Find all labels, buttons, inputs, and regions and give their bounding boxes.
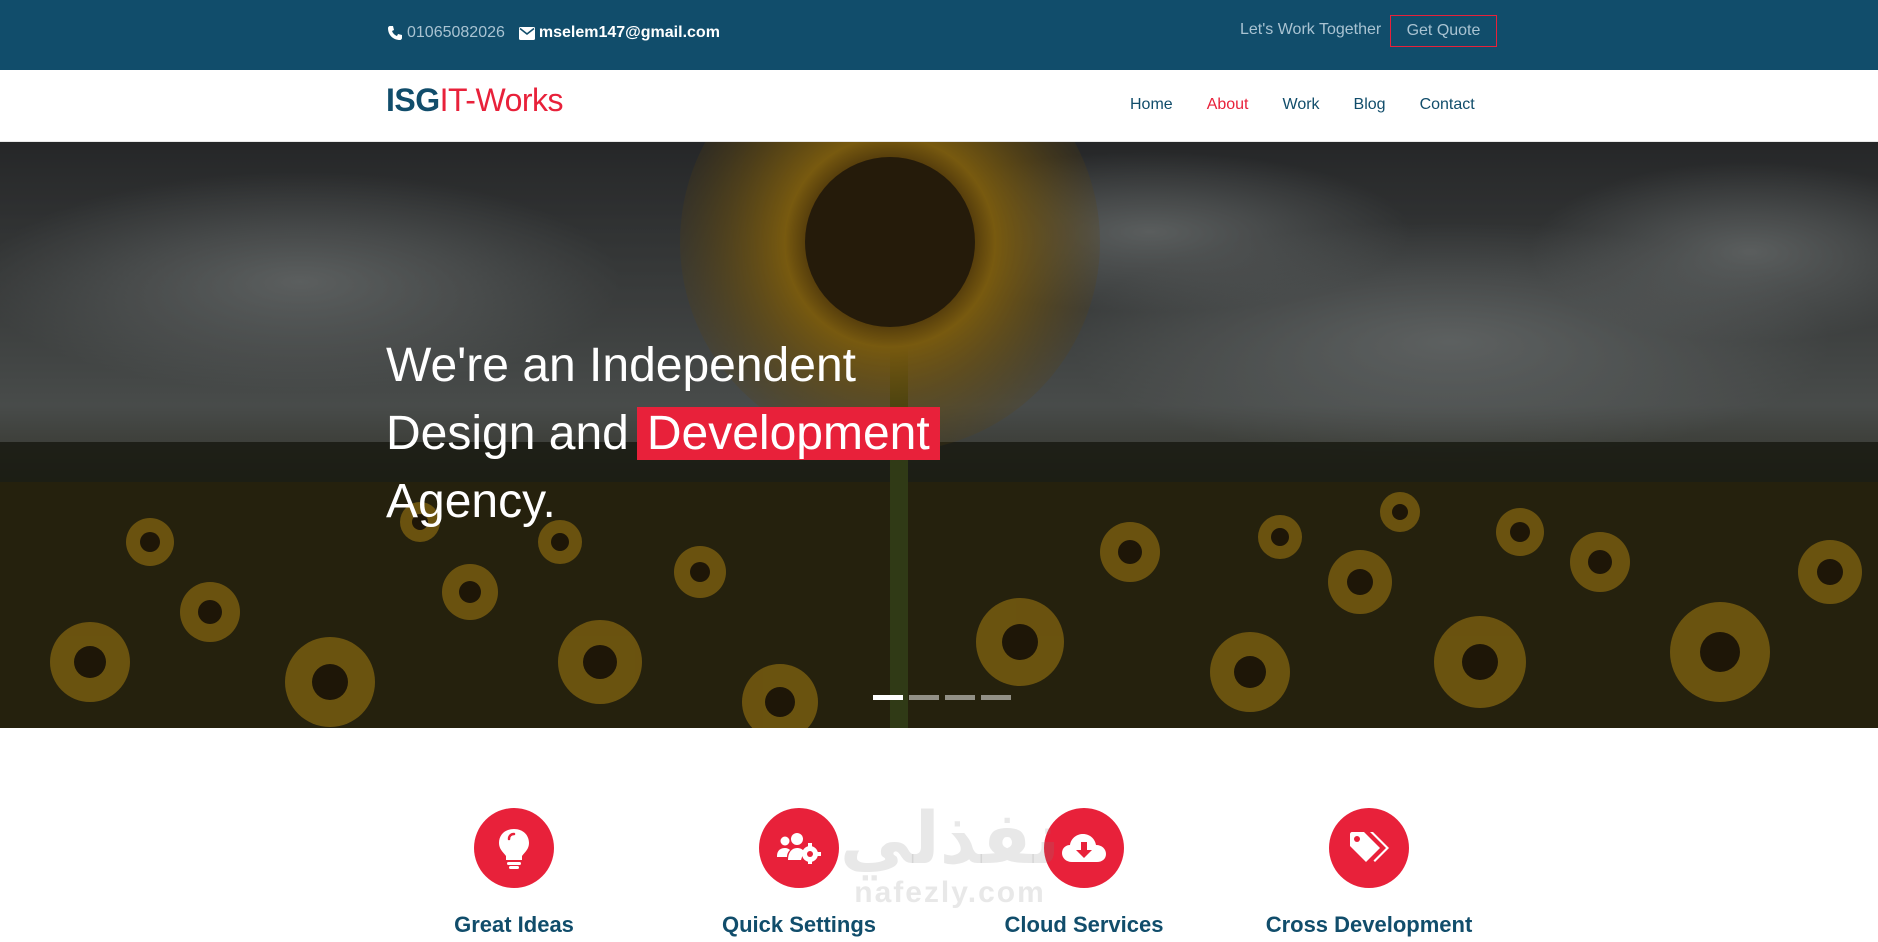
slide-indicator-2[interactable]	[909, 695, 939, 700]
contact-info: 01065082026 mselem147@gmail.com	[387, 24, 720, 42]
slider-indicators	[873, 695, 1011, 700]
feature-title: Quick Settings	[721, 912, 877, 937]
nav-item-work[interactable]: Work	[1283, 96, 1320, 114]
main-navbar: ISGIT-Works Home About Work Blog Contact	[0, 70, 1878, 142]
brand-part-1: ISG	[386, 82, 440, 118]
feature-cloud-services: Cloud Services	[964, 808, 1204, 938]
feature-icon-circle	[474, 808, 554, 888]
headline-line-3: Agency.	[386, 475, 556, 528]
feature-icon-circle	[759, 808, 839, 888]
headline-highlight: Development	[636, 407, 940, 460]
lightbulb-icon	[499, 829, 529, 869]
feature-title: Cloud Services	[1004, 912, 1164, 937]
nav-item-home[interactable]: Home	[1130, 96, 1173, 114]
feature-cross-development: Cross Development	[1249, 808, 1489, 938]
users-gear-icon	[777, 833, 821, 864]
headline-line-1: We're an Independent	[386, 339, 856, 392]
envelope-icon	[518, 26, 535, 40]
nav-item-contact[interactable]: Contact	[1420, 96, 1475, 114]
email-item[interactable]: mselem147@gmail.com	[518, 24, 720, 42]
cloud-download-icon	[1062, 834, 1106, 862]
hero-slider: We're an Independent Design and Developme…	[0, 142, 1878, 728]
nav-menu: Home About Work Blog Contact	[1130, 96, 1475, 114]
brand-part-2: IT-Works	[439, 82, 564, 118]
feature-icon-circle	[1329, 808, 1409, 888]
feature-title: Great Ideas	[454, 912, 574, 937]
headline-line-2: Design and	[386, 407, 629, 460]
brand-logo[interactable]: ISGIT-Works	[386, 82, 564, 119]
phone-item[interactable]: 01065082026	[387, 24, 505, 42]
get-quote-button[interactable]: Get Quote	[1390, 15, 1497, 47]
feature-icon-circle	[1044, 808, 1124, 888]
tags-icon	[1350, 832, 1389, 862]
feature-quick-settings: Quick Settings	[679, 808, 919, 938]
phone-number: 01065082026	[407, 24, 505, 41]
nav-item-blog[interactable]: Blog	[1354, 96, 1386, 114]
slide-indicator-4[interactable]	[981, 695, 1011, 700]
hero-headline: We're an Independent Design and Developme…	[386, 332, 940, 536]
slide-indicator-1[interactable]	[873, 695, 903, 700]
slide-indicator-3[interactable]	[945, 695, 975, 700]
tagline: Let's Work Together	[1240, 21, 1382, 38]
phone-icon	[388, 26, 402, 40]
email-address: mselem147@gmail.com	[538, 24, 720, 41]
nav-item-about[interactable]: About	[1207, 96, 1249, 114]
feature-great-ideas: Great Ideas	[394, 808, 634, 938]
top-bar: 01065082026 mselem147@gmail.com Let's Wo…	[0, 0, 1878, 70]
feature-title: Cross Development	[1265, 912, 1473, 937]
